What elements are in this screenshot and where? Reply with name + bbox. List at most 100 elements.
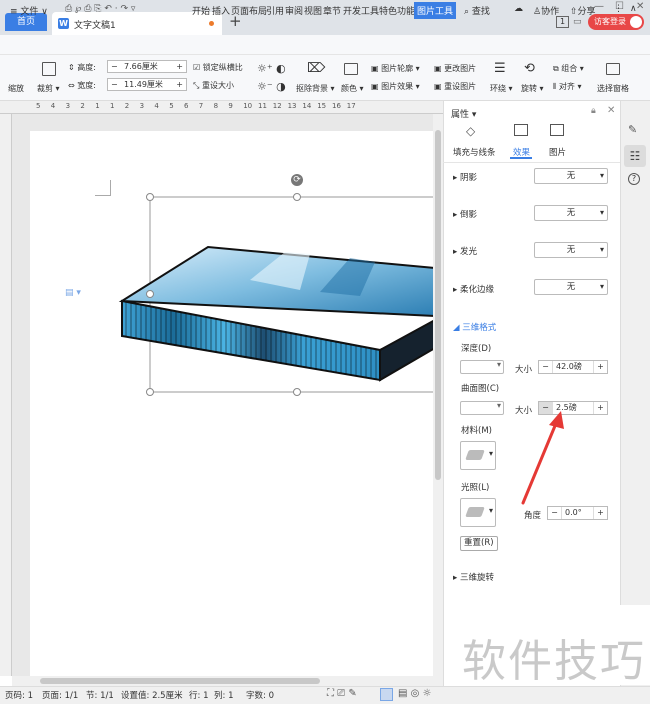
watermark-text: 软件技巧 bbox=[462, 636, 646, 687]
status-view-icons[interactable]: ⛶ ⎚ ✎ bbox=[327, 688, 357, 699]
reflection-select[interactable]: 无 bbox=[534, 205, 608, 221]
resize-handle-n[interactable] bbox=[293, 193, 301, 201]
edit-icon[interactable]: ✎ bbox=[628, 123, 637, 136]
picture-tab-icon bbox=[550, 124, 564, 136]
section-reflection[interactable]: ▸ 倒影 bbox=[453, 208, 477, 220]
width-input[interactable]: −11.49厘米 + bbox=[107, 78, 187, 91]
align-button[interactable]: ⫴ 对齐 ▾ bbox=[553, 81, 581, 92]
help-icon[interactable]: ? bbox=[628, 173, 640, 185]
height-value: 7.66厘米 bbox=[124, 62, 158, 71]
selected-image[interactable] bbox=[110, 170, 435, 400]
brightness-icon[interactable]: ☼⁺ ◐ bbox=[257, 62, 286, 75]
tab-picture[interactable]: 图片 bbox=[549, 146, 566, 158]
share-button[interactable]: ⇧分享 bbox=[570, 4, 596, 17]
resize-handle-nw[interactable] bbox=[146, 193, 154, 201]
section-shadow[interactable]: ▸ 阴影 bbox=[453, 171, 477, 183]
menu-references[interactable]: 引用 bbox=[266, 4, 284, 17]
cloud-icon[interactable]: ☁ bbox=[514, 4, 523, 14]
login-button[interactable]: 访客登录 bbox=[588, 14, 644, 30]
section-glow[interactable]: ▸ 发光 bbox=[453, 245, 477, 257]
menu-review[interactable]: 审阅 bbox=[285, 4, 303, 17]
status-layout-icons[interactable]: ▤ ◎ ☼ bbox=[398, 688, 432, 699]
close-icon[interactable]: ✕ bbox=[636, 1, 644, 12]
depth-minus[interactable]: − bbox=[539, 361, 553, 373]
layout-options-icon[interactable]: ▤ ▾ bbox=[65, 288, 81, 298]
reset-pic-button[interactable]: ▣ 重设图片 bbox=[434, 81, 476, 92]
soft-edges-value: 无 bbox=[566, 282, 576, 292]
remove-bg-label: 抠除背景 bbox=[296, 84, 328, 93]
selection-pane-button[interactable]: 选择窗格 bbox=[597, 83, 629, 94]
rotate-button[interactable]: 旋转 ▾ bbox=[521, 83, 544, 94]
shadow-select[interactable]: 无 bbox=[534, 168, 608, 184]
menu-chapter[interactable]: 章节 bbox=[323, 4, 341, 17]
zoom-button[interactable]: 缩放 bbox=[8, 83, 24, 94]
remove-bg-icon: ⌦ bbox=[307, 61, 326, 76]
group-button[interactable]: ⧉ 组合 ▾ bbox=[553, 63, 584, 74]
menu-home[interactable]: 开始 bbox=[192, 4, 210, 17]
crop-button[interactable]: 裁剪 ▾ bbox=[37, 83, 60, 94]
rotate-handle-icon[interactable]: ⟳ bbox=[291, 174, 303, 186]
section-3d-format[interactable]: ◢ 三维格式 bbox=[453, 321, 496, 333]
color-button[interactable]: 颜色 ▾ bbox=[341, 83, 364, 94]
panel-close-icon[interactable]: ✕ bbox=[607, 105, 615, 116]
section-3d-rotation[interactable]: ▸ 三维旋转 bbox=[453, 571, 494, 583]
lock-ratio-checkbox[interactable]: ☑ 锁定纵横比 bbox=[193, 62, 243, 73]
lock-icon[interactable]: 🔒︎ bbox=[591, 106, 596, 116]
depth-color-select[interactable] bbox=[460, 360, 504, 374]
status-section: 节: 1/1 bbox=[86, 691, 114, 701]
resize-handle-s[interactable] bbox=[293, 388, 301, 396]
ruler-labels: 5 4 3 2 1 1 2 3 4 5 6 7 8 9 10 11 12 13 14 15 16 17 bbox=[0, 102, 443, 113]
collab-button[interactable]: ♙协作 bbox=[533, 4, 559, 17]
contour-color-select[interactable] bbox=[460, 401, 504, 415]
change-pic-button[interactable]: ▣ 更改图片 bbox=[434, 63, 476, 74]
wrap-button[interactable]: 环绕 ▾ bbox=[490, 83, 513, 94]
crop-icon bbox=[42, 62, 56, 76]
material-button[interactable]: ▾ bbox=[460, 441, 496, 470]
menu-view[interactable]: 视图 bbox=[304, 4, 322, 17]
resize-handle-sw[interactable] bbox=[146, 388, 154, 396]
menu-picture-tools[interactable]: 图片工具 bbox=[414, 2, 457, 19]
glow-select[interactable]: 无 bbox=[534, 242, 608, 258]
menu-page-layout[interactable]: 页面布局 bbox=[231, 4, 267, 17]
status-pages: 页面: 1/1 bbox=[42, 691, 79, 701]
depth-size-spinner[interactable]: −42.0磅 + bbox=[538, 360, 608, 374]
lighting-button[interactable]: ▾ bbox=[460, 498, 496, 527]
ruler-tick-label: 16 bbox=[332, 102, 341, 110]
effect-button[interactable]: ▣ 图片效果 ▾ bbox=[371, 81, 420, 92]
contrast-icon[interactable]: ☼⁻ ◑ bbox=[257, 80, 286, 93]
ruler-tick-label: 15 bbox=[317, 102, 327, 110]
menu-file[interactable]: ≡ 文件 ∨ bbox=[10, 4, 48, 17]
section-soft-edges[interactable]: ▸ 柔化边缘 bbox=[453, 283, 494, 295]
collapse-ribbon-icon[interactable]: ∧ bbox=[630, 4, 637, 14]
depth-plus[interactable]: + bbox=[593, 361, 607, 373]
panel-title[interactable]: 属性 ▾ bbox=[451, 107, 476, 120]
menu-search[interactable]: ⌕ 查找 bbox=[464, 4, 490, 17]
more-icon[interactable]: ⋮ bbox=[614, 4, 623, 14]
menu-developer[interactable]: 开发工具 bbox=[343, 4, 379, 17]
restore-icon[interactable]: ▭ bbox=[573, 17, 582, 27]
outline-button[interactable]: ▣ 图片轮廓 ▾ bbox=[371, 63, 420, 74]
ruler-tick-label: 1 bbox=[95, 102, 100, 110]
resize-handle-w[interactable] bbox=[146, 290, 154, 298]
properties-icon[interactable]: ☷ bbox=[624, 145, 646, 167]
height-input[interactable]: −7.66厘米 + bbox=[107, 60, 187, 73]
page-view-icon[interactable] bbox=[380, 688, 393, 701]
menu-insert[interactable]: 插入 bbox=[212, 4, 230, 17]
horizontal-scroll-thumb[interactable] bbox=[40, 678, 320, 684]
reset-button[interactable]: 重置(R) bbox=[460, 536, 498, 551]
menu-features[interactable]: 特色功能 bbox=[379, 4, 415, 17]
window-count-badge[interactable]: 1 bbox=[556, 16, 569, 28]
contour-plus[interactable]: + bbox=[593, 402, 607, 414]
image-right-face bbox=[379, 318, 435, 382]
vertical-scroll-thumb[interactable] bbox=[435, 130, 441, 480]
watermark: 软件技巧 bbox=[455, 605, 650, 687]
angle-plus[interactable]: + bbox=[593, 507, 607, 519]
quick-access-icons[interactable]: ⎙ ℘ ⎙ ⎘ ↶ · ↷ ▿ bbox=[65, 4, 135, 14]
section-3d-format-label: 三维格式 bbox=[462, 323, 497, 333]
width-label-text: 宽度: bbox=[77, 81, 96, 90]
reset-size-button[interactable]: ⤡ 重设大小 bbox=[193, 80, 234, 91]
tab-fill-line[interactable]: 填充与线条 bbox=[453, 146, 496, 158]
remove-bg-button[interactable]: 抠除背景 ▾ bbox=[296, 83, 335, 94]
soft-edges-select[interactable]: 无 bbox=[534, 279, 608, 295]
ruler-tick-label: 4 bbox=[50, 102, 56, 110]
